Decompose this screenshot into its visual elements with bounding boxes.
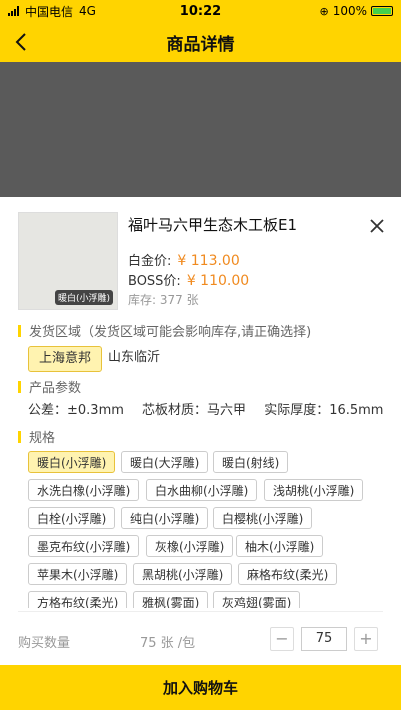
params-label: 产品参数 — [29, 381, 82, 396]
spec-option[interactable]: 白栓(小浮雕) — [28, 507, 116, 529]
spec-option[interactable]: 黑胡桃(小浮雕) — [133, 563, 233, 585]
quantity-label: 购买数量 — [18, 636, 71, 651]
spec-option[interactable]: 纯白(小浮雕) — [121, 507, 209, 529]
spec-option[interactable]: 暖白(大浮雕) — [121, 451, 209, 473]
modal-backdrop[interactable] — [0, 62, 401, 197]
specs-label: 规格 — [29, 431, 56, 446]
param-thickness: 实际厚度：16.5mm — [264, 403, 384, 418]
product-name: 福叶马六甲生态木工板E1 — [128, 216, 298, 234]
spec-option[interactable]: 浅胡桃(小浮雕) — [264, 479, 364, 501]
battery-percent: 100% — [332, 4, 367, 18]
thumbnail-tag: 暖白(小浮雕) — [54, 290, 113, 305]
gold-price-label: 白金价: — [128, 254, 172, 269]
params-section-header: 产品参数 — [18, 377, 81, 396]
specs-section-header: 规格 — [18, 427, 55, 446]
region-option-shanghai[interactable]: 上海意邦 — [28, 346, 103, 372]
gold-price: ¥ 113.00 — [177, 253, 240, 269]
params-values: 公差：±0.3mm 芯板材质：马六甲 实际厚度：16.5mm — [28, 399, 397, 418]
nav-header: 商品详情 — [0, 22, 401, 62]
battery-icon — [371, 6, 393, 16]
param-core: 芯板材质：马六甲 — [142, 403, 247, 418]
spec-option[interactable]: 苹果木(小浮雕) — [28, 563, 128, 585]
divider — [18, 611, 383, 612]
close-icon[interactable] — [368, 217, 386, 235]
stock-count: 库存: 377 张 — [128, 293, 199, 307]
boss-price: ¥ 110.00 — [186, 273, 250, 289]
spec-option[interactable]: 柚木(小浮雕) — [236, 535, 324, 557]
status-bar: 中国电信 4G 10:22 ⊕ 100% — [0, 0, 401, 22]
spec-option[interactable]: 灰橡(小浮雕) — [146, 535, 234, 557]
gold-price-row: 白金价: ¥ 113.00 — [128, 250, 240, 269]
boss-price-label: BOSS价: — [128, 274, 181, 289]
spec-options-overflow: 方格布纹(柔光) 雅枫(雾面) 灰鸡翅(雾面) — [0, 591, 401, 608]
spec-option[interactable]: 暖白(射线) — [213, 451, 289, 473]
spec-option[interactable]: 灰鸡翅(雾面) — [213, 591, 301, 608]
boss-price-row: BOSS价: ¥ 110.00 — [128, 270, 249, 289]
add-to-cart-button[interactable]: 加入购物车 — [0, 665, 401, 710]
spec-option[interactable]: 墨克布纹(小浮雕) — [28, 535, 140, 557]
spec-option[interactable]: 方格布纹(柔光) — [28, 591, 128, 608]
minus-button[interactable]: − — [270, 627, 294, 651]
page-title: 商品详情 — [166, 34, 235, 55]
spec-option[interactable]: 麻格布纹(柔光) — [238, 563, 338, 585]
spec-option[interactable]: 暖白(小浮雕) — [28, 451, 116, 473]
param-tolerance: 公差：±0.3mm — [28, 403, 124, 418]
spec-option[interactable]: 白樱桃(小浮雕) — [213, 507, 313, 529]
rotation-lock-icon: ⊕ — [319, 4, 329, 18]
spec-option[interactable]: 水洗白橡(小浮雕) — [28, 479, 140, 501]
plus-button[interactable]: + — [354, 627, 378, 651]
spec-option[interactable]: 白水曲柳(小浮雕) — [146, 479, 258, 501]
spec-option[interactable]: 雅枫(雾面) — [133, 591, 209, 608]
pack-size: 75 张 /包 — [140, 636, 196, 651]
product-thumbnail: 暖白(小浮雕) — [18, 212, 118, 310]
quantity-stepper: − 75 + — [270, 626, 378, 652]
quantity-input[interactable]: 75 — [301, 627, 347, 651]
shipping-label: 发货区域（发货区域可能会影响库存,请正确选择) — [29, 325, 312, 340]
shipping-section-header: 发货区域（发货区域可能会影响库存,请正确选择) — [18, 321, 311, 340]
back-arrow-icon[interactable] — [10, 30, 34, 54]
region-option-shandong[interactable]: 山东临沂 — [108, 346, 160, 370]
